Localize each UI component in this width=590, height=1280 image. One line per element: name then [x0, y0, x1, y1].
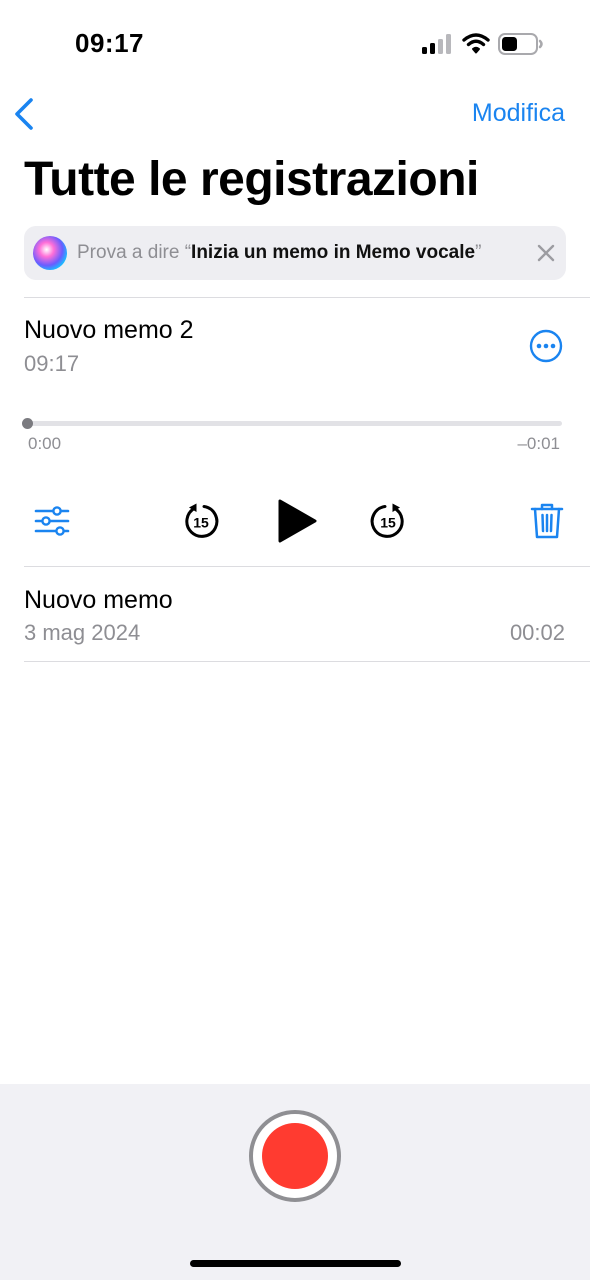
status-time: 09:17: [75, 28, 144, 58]
skip-forward-label: 15: [380, 515, 396, 531]
close-icon[interactable]: [536, 243, 556, 263]
scrubber-handle[interactable]: [22, 418, 33, 429]
siri-phrase: Inizia un memo in Memo vocale: [191, 242, 476, 263]
home-indicator[interactable]: [190, 1260, 401, 1267]
page-title: Tutte le registrazioni: [24, 153, 479, 206]
equalizer-icon[interactable]: [34, 505, 70, 537]
siri-prefix: Prova a dire “: [77, 242, 192, 263]
playback-scrubber[interactable]: [24, 421, 562, 426]
skip-forward-15-icon[interactable]: 15: [369, 502, 407, 540]
skip-back-15-icon[interactable]: 15: [182, 502, 220, 540]
recording-time: 09:17: [24, 351, 80, 376]
siri-icon: [33, 236, 67, 270]
record-dot-icon: [262, 1123, 328, 1189]
siri-suffix: ”: [475, 242, 482, 263]
chevron-left-icon[interactable]: [12, 96, 36, 132]
more-options-icon[interactable]: [529, 329, 563, 363]
recording-duration: 00:02: [509, 620, 565, 645]
skip-back-label: 15: [193, 515, 209, 531]
record-button[interactable]: [249, 1110, 341, 1202]
signal-icon: [422, 34, 451, 54]
elapsed-time: 0:00: [28, 434, 62, 453]
divider: [24, 661, 590, 662]
recording-title[interactable]: Nuovo memo: [24, 586, 173, 615]
divider: [24, 566, 590, 567]
recording-date: 3 mag 2024: [24, 620, 141, 645]
siri-suggestion-banner[interactable]: Prova a dire “Inizia un memo in Memo voc…: [24, 226, 566, 280]
play-icon[interactable]: [276, 498, 318, 544]
battery-icon: [498, 33, 543, 55]
recording-title[interactable]: Nuovo memo 2: [24, 316, 194, 345]
siri-suggestion-text: Prova a dire “Inizia un memo in Memo voc…: [77, 242, 481, 264]
edit-button[interactable]: Modifica: [472, 99, 565, 128]
remaining-time: –0:01: [517, 434, 560, 453]
wifi-icon: [462, 33, 490, 54]
divider: [24, 297, 590, 298]
trash-icon[interactable]: [530, 502, 564, 540]
